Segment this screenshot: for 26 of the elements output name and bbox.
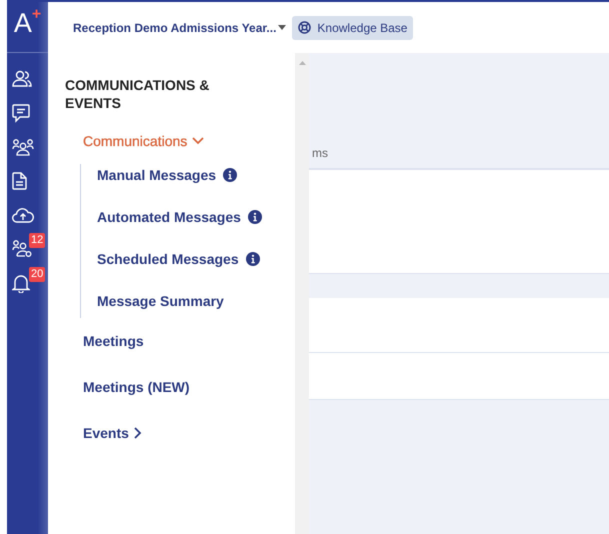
knowledge-base-button[interactable]: Knowledge Base [292,16,414,40]
menu-title: COMMUNICATIONS & EVENTS [65,76,210,112]
program-selector[interactable]: Reception Demo Admissions Year... [73,20,286,34]
group-icon[interactable] [12,138,34,156]
menu-group[interactable]: Communications [83,132,295,150]
count-badge: 12 [29,233,46,248]
document-icon[interactable] [12,172,27,190]
chevron-right-icon [134,427,142,439]
chevron-down-icon [192,137,204,145]
caret-icon [278,25,286,30]
submenu-item[interactable]: Message Summary [97,292,295,310]
submenu-item[interactable]: Manual Messages [97,166,295,184]
menu-item[interactable]: Meetings (NEW) [83,378,295,396]
cloud-upload-icon[interactable] [12,207,34,223]
chat-icon[interactable] [12,104,30,122]
scrollbar[interactable] [295,53,309,534]
app-logo[interactable]: A+ [7,2,48,53]
tab-label[interactable]: ms [309,146,328,168]
menu-group[interactable]: Events [83,424,295,442]
submenu-item[interactable]: Scheduled Messages [97,250,295,268]
people-icon[interactable] [12,70,32,88]
count-badge: 20 [29,267,46,282]
bell-icon[interactable] [12,273,30,293]
menu-item[interactable]: Meetings [83,332,295,350]
submenu-item[interactable]: Automated Messages [97,208,295,226]
lifebuoy-icon [298,21,312,34]
